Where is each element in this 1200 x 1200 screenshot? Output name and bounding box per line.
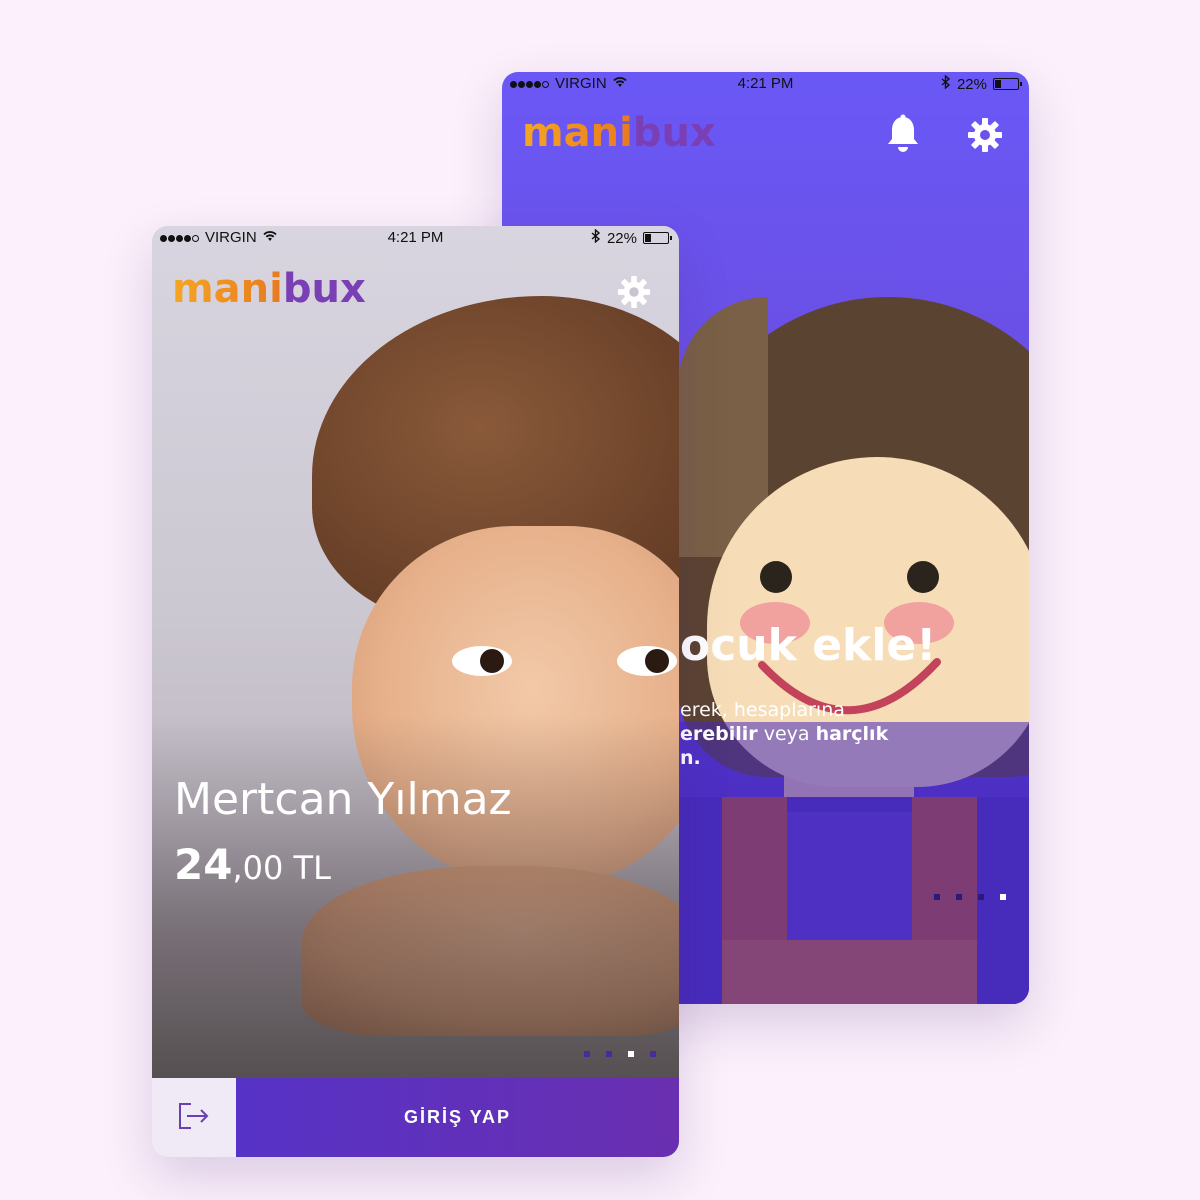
child-balance: 24,00 TL xyxy=(174,840,331,889)
status-bar: VIRGIN 4:21 PM 22% xyxy=(152,226,679,248)
notifications-bell-icon[interactable] xyxy=(882,112,924,156)
bluetooth-icon xyxy=(941,74,951,93)
logout-icon xyxy=(177,1101,211,1135)
child-photo-eye-right xyxy=(617,646,677,676)
logout-button[interactable] xyxy=(152,1078,236,1157)
page-dot[interactable] xyxy=(934,894,940,900)
manibux-logo: manibux xyxy=(172,266,366,312)
settings-gear-icon[interactable] xyxy=(616,274,652,310)
battery-icon xyxy=(993,78,1022,90)
battery-percent: 22% xyxy=(956,75,987,93)
phone-front-screen: VIRGIN 4:21 PM 22% manibux Mertcan Yılma… xyxy=(152,226,679,1157)
settings-gear-icon[interactable] xyxy=(964,114,1006,156)
page-dot[interactable] xyxy=(978,894,984,900)
manibux-logo: manibux xyxy=(522,110,716,156)
page-dot[interactable] xyxy=(584,1051,590,1057)
page-indicator xyxy=(584,1051,656,1057)
child-photo-eye-left xyxy=(452,646,512,676)
page-dot[interactable] xyxy=(650,1051,656,1057)
page-dot-active[interactable] xyxy=(628,1051,634,1057)
add-child-headline: ocuk ekle! xyxy=(680,620,937,671)
battery-icon xyxy=(643,232,672,244)
illustrated-child-eye-left xyxy=(760,561,792,593)
photo-gradient-overlay xyxy=(152,716,679,1078)
page-indicator xyxy=(934,894,1006,900)
page-dot[interactable] xyxy=(606,1051,612,1057)
bottom-action-bar: GİRİŞ YAP xyxy=(152,1078,679,1157)
page-dot[interactable] xyxy=(956,894,962,900)
login-button[interactable]: GİRİŞ YAP xyxy=(236,1078,679,1157)
add-child-description: erek, hesaplarına erebilir veya harçlık … xyxy=(680,699,889,769)
status-bar: VIRGIN 4:21 PM 22% xyxy=(502,72,1029,94)
bluetooth-icon xyxy=(591,228,601,247)
illustrated-child-eye-right xyxy=(907,561,939,593)
child-name: Mertcan Yılmaz xyxy=(174,774,512,825)
battery-percent: 22% xyxy=(606,229,637,247)
page-dot-active[interactable] xyxy=(1000,894,1006,900)
